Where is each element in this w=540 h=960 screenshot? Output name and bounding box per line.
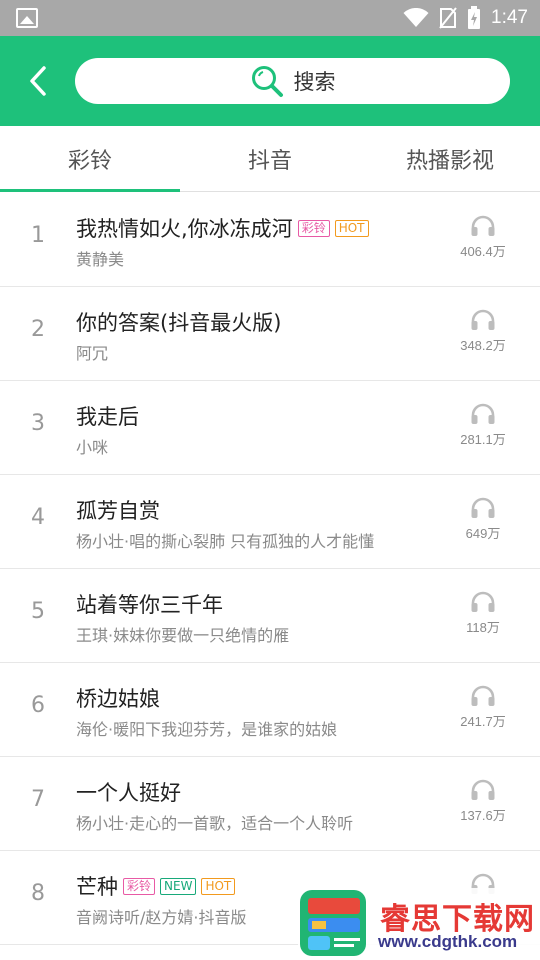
headphones-icon bbox=[471, 403, 495, 424]
play-count: 348.2万 bbox=[448, 309, 518, 354]
song-rank: 4 bbox=[31, 505, 45, 530]
song-rank: 5 bbox=[31, 599, 45, 624]
status-bar: 1:47 bbox=[0, 0, 540, 36]
headphones-icon bbox=[471, 309, 495, 330]
new-badge: NEW bbox=[160, 877, 197, 895]
play-count: 137.6万 bbox=[448, 779, 518, 824]
song-rank: 8 bbox=[31, 881, 45, 906]
song-rank: 3 bbox=[31, 411, 45, 436]
watermark-url: www.cdgthk.com bbox=[378, 932, 518, 951]
play-count: 281.1万 bbox=[448, 403, 518, 448]
tab-bar: 彩铃 抖音 热播影视 bbox=[0, 126, 540, 192]
song-title-line: 站着等你三千年 bbox=[76, 589, 223, 619]
wifi-icon bbox=[403, 8, 429, 27]
song-title-line: 芒种 彩铃 NEW HOT bbox=[76, 871, 236, 901]
song-row[interactable]: 5 站着等你三千年王琪·妹妹你要做一只绝情的雁 118万 bbox=[0, 569, 540, 663]
song-subtitle: 杨小壮·走心的一首歌，适合一个人聆听 bbox=[76, 814, 354, 833]
song-title-line: 桥边姑娘 bbox=[76, 683, 160, 713]
song-list: 1 我热情如火,你冰冻成河 彩铃 HOT 黄静美 406.4万 2 你的答案(抖音最火版) 阿冗… bbox=[0, 193, 540, 945]
gallery-icon bbox=[16, 8, 38, 28]
play-count-value: 137.6万 bbox=[460, 808, 506, 823]
song-row[interactable]: 3 我走后小咪 281.1万 bbox=[0, 381, 540, 475]
song-rank: 6 bbox=[31, 693, 45, 718]
headphones-icon bbox=[471, 215, 495, 236]
song-title: 芒种 bbox=[76, 875, 118, 899]
hot-badge: HOT bbox=[334, 219, 369, 237]
song-subtitle: 小咪 bbox=[76, 438, 109, 457]
song-title: 孤芳自赏 bbox=[76, 499, 160, 523]
song-title-line: 我走后 bbox=[76, 401, 139, 431]
song-title-line: 你的答案(抖音最火版) bbox=[76, 307, 281, 337]
song-title: 站着等你三千年 bbox=[76, 593, 223, 617]
song-title: 你的答案(抖音最火版) bbox=[76, 311, 282, 335]
search-label: 搜索 bbox=[293, 70, 336, 94]
headphones-icon bbox=[471, 591, 495, 612]
song-title: 一个人挺好 bbox=[76, 781, 181, 805]
play-count-value: 406.4万 bbox=[460, 244, 506, 259]
play-count-value: 241.7万 bbox=[460, 714, 506, 729]
song-row[interactable]: 6 桥边姑娘海伦·暖阳下我迎芬芳，是谁家的姑娘 241.7万 bbox=[0, 663, 540, 757]
back-button[interactable] bbox=[24, 63, 52, 99]
watermark: 睿思下载网 www.cdgthk.com bbox=[298, 888, 540, 960]
song-title-line: 我热情如火,你冰冻成河 彩铃 HOT bbox=[76, 213, 369, 243]
play-count: 118万 bbox=[448, 591, 518, 636]
status-icons: 1:47 bbox=[403, 6, 528, 30]
song-title: 桥边姑娘 bbox=[76, 687, 160, 711]
song-subtitle: 音阙诗听/赵方婧·抖音版 bbox=[76, 908, 247, 927]
song-subtitle: 海伦·暖阳下我迎芬芳，是谁家的姑娘 bbox=[76, 720, 338, 739]
play-count: 241.7万 bbox=[448, 685, 518, 730]
headphones-icon bbox=[471, 497, 495, 518]
tab-hot-movies[interactable]: 热播影视 bbox=[360, 126, 540, 191]
play-count-value: 118万 bbox=[466, 620, 500, 635]
song-title-line: 一个人挺好 bbox=[76, 777, 181, 807]
magnifier-icon bbox=[251, 66, 283, 97]
play-count-value: 649万 bbox=[465, 526, 501, 541]
song-subtitle: 王琪·妹妹你要做一只绝情的雁 bbox=[76, 626, 290, 645]
chevron-left-icon bbox=[30, 66, 46, 96]
song-rank: 7 bbox=[31, 787, 45, 812]
song-row[interactable]: 1 我热情如火,你冰冻成河 彩铃 HOT 黄静美 406.4万 bbox=[0, 193, 540, 287]
no-sim-icon bbox=[439, 7, 457, 29]
song-row[interactable]: 4 孤芳自赏杨小壮·唱的撕心裂肺 只有孤独的人才能懂 649万 bbox=[0, 475, 540, 569]
song-subtitle: 杨小壮·唱的撕心裂肺 只有孤独的人才能懂 bbox=[76, 532, 375, 551]
watermark-logo-icon bbox=[300, 890, 366, 956]
search-bar[interactable]: 搜索 bbox=[75, 58, 510, 104]
play-count: 406.4万 bbox=[448, 215, 518, 260]
song-subtitle: 黄静美 bbox=[76, 250, 125, 269]
caling-badge: 彩铃 bbox=[123, 877, 156, 895]
song-rank: 2 bbox=[31, 317, 45, 342]
battery-charging-icon bbox=[468, 6, 481, 29]
song-title-line: 孤芳自赏 bbox=[76, 495, 160, 525]
song-subtitle: 阿冗 bbox=[76, 344, 109, 363]
song-title: 我热情如火,你冰冻成河 bbox=[76, 217, 293, 241]
play-count-value: 348.2万 bbox=[460, 338, 506, 353]
play-count: 649万 bbox=[448, 497, 518, 542]
song-title: 我走后 bbox=[76, 405, 139, 429]
song-row[interactable]: 7 一个人挺好杨小壮·走心的一首歌，适合一个人聆听 137.6万 bbox=[0, 757, 540, 851]
play-count-value: 281.1万 bbox=[460, 432, 506, 447]
song-rank: 1 bbox=[31, 223, 45, 248]
headphones-icon bbox=[471, 685, 495, 706]
headphones-icon bbox=[471, 779, 495, 800]
status-time: 1:47 bbox=[491, 7, 528, 28]
hot-badge: HOT bbox=[201, 877, 236, 895]
song-row[interactable]: 2 你的答案(抖音最火版) 阿冗 348.2万 bbox=[0, 287, 540, 381]
caling-badge: 彩铃 bbox=[297, 219, 330, 237]
tab-douyin[interactable]: 抖音 bbox=[180, 126, 360, 191]
header: 搜索 bbox=[0, 36, 540, 126]
tab-caling[interactable]: 彩铃 bbox=[0, 126, 180, 192]
